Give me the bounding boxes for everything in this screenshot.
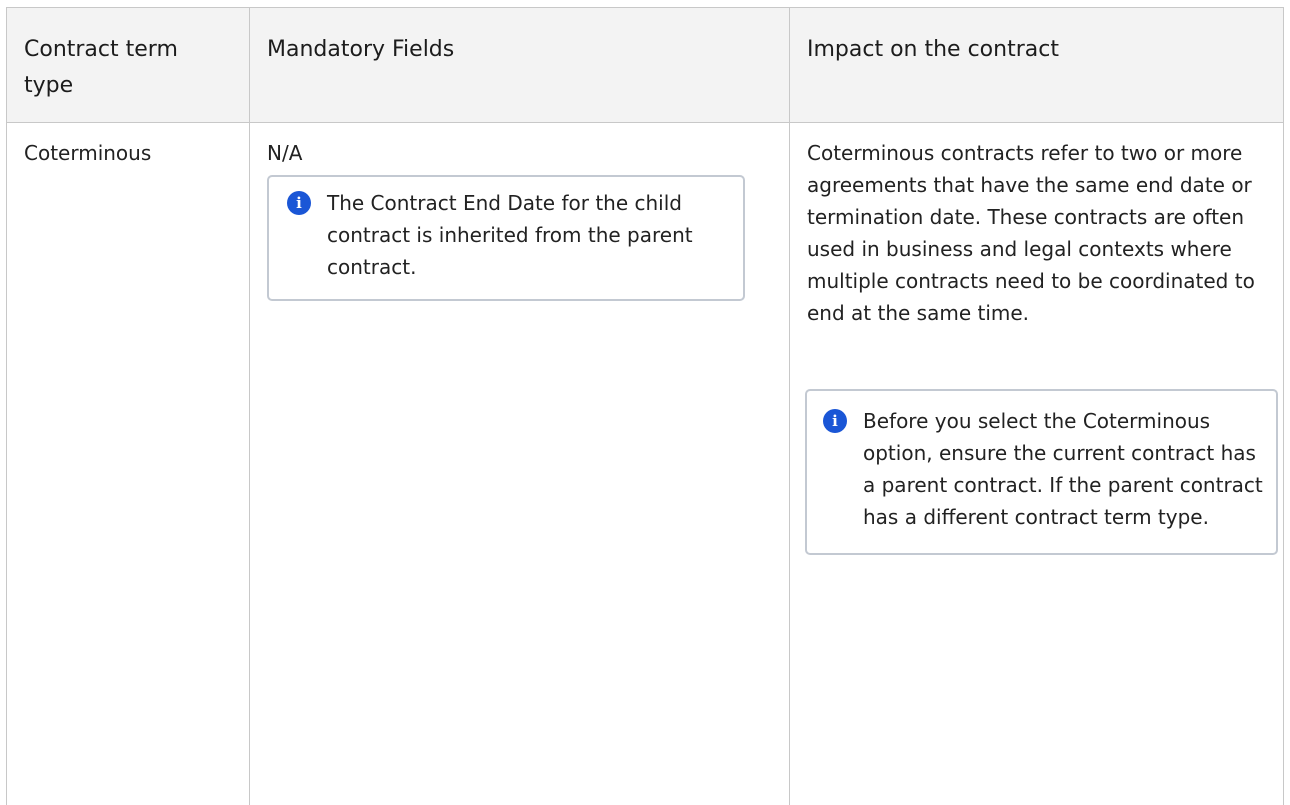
info-note-text: The Contract End Date for the child cont…: [327, 191, 693, 279]
info-note-impact: i Before you select the Coterminous opti…: [805, 389, 1278, 555]
term-type-value: Coterminous: [24, 141, 152, 165]
cell-term-type: Coterminous: [6, 122, 250, 805]
document-page: Contract term type Mandatory Fields Impa…: [0, 0, 1290, 805]
table-row: Coterminous N/A i The Contract End Date …: [6, 122, 1284, 805]
contract-term-table: Contract term type Mandatory Fields Impa…: [6, 7, 1284, 805]
header-mandatory-fields: Mandatory Fields: [249, 7, 790, 123]
table-header-row: Contract term type Mandatory Fields Impa…: [6, 7, 1284, 123]
info-icon: i: [287, 191, 311, 215]
info-note-text: Before you select the Coterminous option…: [863, 409, 1263, 529]
cell-impact: Coterminous contracts refer to two or mo…: [789, 122, 1284, 805]
header-impact: Impact on the contract: [789, 7, 1284, 123]
impact-description: Coterminous contracts refer to two or mo…: [807, 141, 1255, 325]
info-icon: i: [823, 409, 847, 433]
info-note-mandatory: i The Contract End Date for the child co…: [267, 175, 745, 301]
cell-mandatory-fields: N/A i The Contract End Date for the chil…: [249, 122, 790, 805]
header-contract-term-type: Contract term type: [6, 7, 250, 123]
mandatory-fields-value: N/A: [267, 141, 303, 165]
